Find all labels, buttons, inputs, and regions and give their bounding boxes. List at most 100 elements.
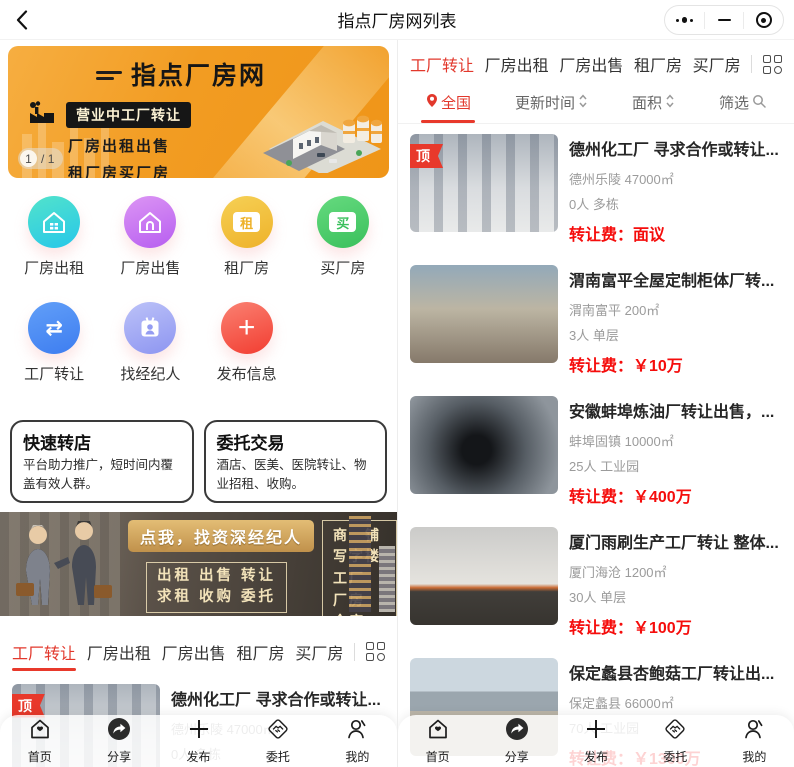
share-icon [505,717,529,746]
promo-card-title: 委托交易 [217,429,375,454]
listing-price: 转让费：￥10万 [569,352,782,376]
quick-entry-factory-rent[interactable]: 厂房出租 [6,196,102,278]
tab-buy-factory[interactable]: 买厂房 [295,640,343,664]
listing-item[interactable]: 顶 德州化工厂 寻求合作或转让... 德州乐陵 47000㎡ 0人 多栋 转让费… [398,124,794,255]
listing-photo [410,396,558,494]
transfer-arrows-icon: ⇄ [28,302,80,354]
listing-location: 蚌埠固镇 10000㎡ [569,431,782,450]
listing-item[interactable]: 安徽蚌埠炼油厂转让出售，... 蚌埠固镇 10000㎡ 25人 工业园 转让费：… [398,386,794,517]
agent-card-icon [124,302,176,354]
ad-tags-box: 出租 出售 转让 求租 收购 委托 [146,562,287,614]
listing-panel: 工厂转让 厂房出租 厂房出售 租厂房 买厂房 全国 更新时间 面积 [397,40,794,767]
filter-update-time[interactable]: 更新时间 [515,82,588,123]
tab-factory-rent[interactable]: 厂房出租 [485,52,549,76]
ad-headline: 点我，找资深经纪人 [128,520,314,552]
promo-card-entrust-trade[interactable]: 委托交易 酒店、医美、医院转让、物业招租、收购。 [204,420,388,503]
banner-line2: 租厂房买厂房 [68,162,389,178]
quick-entry-buy-factory[interactable]: 买 买厂房 [295,196,391,278]
profile-icon [742,717,766,746]
factory-icon [26,100,62,129]
listing-item[interactable]: 厦门雨刷生产工厂转让 整体... 厦门海沧 1200㎡ 30人 单层 转让费：￥… [398,517,794,648]
listing-photo [410,527,558,625]
app-screen: 指点厂房网列表 指点厂房网 [0,0,794,767]
listing-meta: 25人 工业园 [569,456,782,475]
left-category-tabs: 工厂转让 厂房出租 厂房出售 租厂房 买厂房 [0,634,397,670]
filter-bar: 全国 更新时间 面积 筛选 [398,82,794,124]
sort-arrows-icon [665,93,675,113]
quick-entry-factory-sell[interactable]: 厂房出售 [102,196,198,278]
tower-decoration [379,546,395,612]
tabbar-publish[interactable]: 发布 [556,717,635,765]
tabbar-publish[interactable]: 发布 [159,717,238,765]
quick-entry-find-agent[interactable]: 找经纪人 [102,302,198,384]
sort-arrows-icon [578,93,588,113]
listing-meta: 0人 多栋 [569,194,782,213]
rent-ticket-icon: 租 [221,196,273,248]
listing-price: 转让费：面议 [569,221,782,245]
filter-advanced[interactable]: 筛选 [719,82,766,123]
listing-title: 厦门雨刷生产工厂转让 整体... [569,529,782,553]
tabbar-mine[interactable]: 我的 [318,717,397,765]
listing-item[interactable]: 渭南富平全屋定制柜体厂转... 渭南富平 200㎡ 3人 单层 转让费：￥10万 [398,255,794,386]
tab-rent-factory[interactable]: 租厂房 [634,52,682,76]
page-title: 指点厂房网列表 [338,7,457,32]
filter-area[interactable]: 面积 [632,82,675,123]
home-panel: 指点厂房网 营业中工厂转让 厂房出租出售 租厂房买厂房 1 / 1 [0,40,397,767]
quick-entry-publish-info[interactable]: + 发布信息 [199,302,295,384]
bottom-tab-bar: 首页 分享 发布 委托 我的 [398,715,794,767]
entrust-handshake-icon [266,717,290,746]
tabbar-entrust[interactable]: 委托 [238,717,317,765]
tabbar-share[interactable]: 分享 [79,717,158,765]
listing-price: 转让费：￥400万 [569,483,782,507]
tabbar-home[interactable]: 首页 [398,717,477,765]
back-icon[interactable] [16,10,30,30]
top-badge: 顶 [410,144,443,168]
promo-cards: 快速转店 平台助力推广，短时间内覆盖有效人群。 委托交易 酒店、医美、医院转让、… [10,420,387,503]
banner-pager: 1 / 1 [18,148,63,169]
tab-factory-rent[interactable]: 厂房出租 [87,640,151,664]
more-dots-icon[interactable] [665,17,704,23]
right-category-tabs: 工厂转让 厂房出租 厂房出售 租厂房 买厂房 [398,46,794,82]
tabbar-home[interactable]: 首页 [0,717,79,765]
tab-factory-sell[interactable]: 厂房出售 [162,640,226,664]
target-icon[interactable] [744,12,783,28]
agent-ad-banner[interactable]: 点我，找资深经纪人 出租 出售 转让 求租 收购 委托 商 铺 写字楼 工厂 厂… [0,512,397,616]
tabbar-mine[interactable]: 我的 [715,717,794,765]
quick-entry-rent-factory[interactable]: 租 租厂房 [199,196,295,278]
listing-title: 德州化工厂 寻求合作或转让... [171,686,385,710]
tabbar-share[interactable]: 分享 [477,717,556,765]
home-icon [426,717,450,746]
listing-location: 渭南富平 200㎡ [569,300,782,319]
businessmen-illustration [10,513,120,614]
quick-entry-factory-transfer[interactable]: ⇄ 工厂转让 [6,302,102,384]
share-icon [107,717,131,746]
tab-factory-transfer[interactable]: 工厂转让 [410,52,474,76]
listing-location: 德州乐陵 47000㎡ [569,169,782,188]
house-rent-icon [28,196,80,248]
promo-card-quick-transfer[interactable]: 快速转店 平台助力推广，短时间内覆盖有效人群。 [10,420,194,503]
tabbar-entrust[interactable]: 委托 [636,717,715,765]
listing-title: 安徽蚌埠炼油厂转让出售，... [569,398,782,422]
wechat-capsule [664,5,784,35]
filter-region[interactable]: 全国 [426,82,471,123]
tab-factory-transfer[interactable]: 工厂转让 [12,640,76,664]
quick-entry-grid: 厂房出租 厂房出售 租 租厂房 买 [0,190,397,384]
listing-location: 厦门海沧 1200㎡ [569,562,782,581]
house-sell-icon [124,196,176,248]
listing-title: 渭南富平全屋定制柜体厂转... [569,267,782,291]
listing-meta: 30人 单层 [569,587,782,606]
hero-banner[interactable]: 指点厂房网 营业中工厂转让 厂房出租出售 租厂房买厂房 1 / 1 [8,46,389,178]
banner-line1: 厂房出租出售 [68,135,389,156]
publish-plus-icon [187,717,211,746]
minimize-icon[interactable] [705,19,744,22]
home-icon [28,717,52,746]
category-grid-icon[interactable] [763,55,782,74]
tab-factory-sell[interactable]: 厂房出售 [559,52,623,76]
tab-buy-factory[interactable]: 买厂房 [693,52,741,76]
listing-title: 保定蠡县杏鲍菇工厂转让出... [569,660,782,684]
banner-badge: 营业中工厂转让 [66,102,191,128]
category-grid-icon[interactable] [366,642,385,661]
promo-card-desc: 酒店、医美、医院转让、物业招租、收购。 [217,456,375,494]
tab-rent-factory[interactable]: 租厂房 [236,640,284,664]
bottom-tab-bar: 首页 分享 发布 委托 我的 [0,715,397,767]
